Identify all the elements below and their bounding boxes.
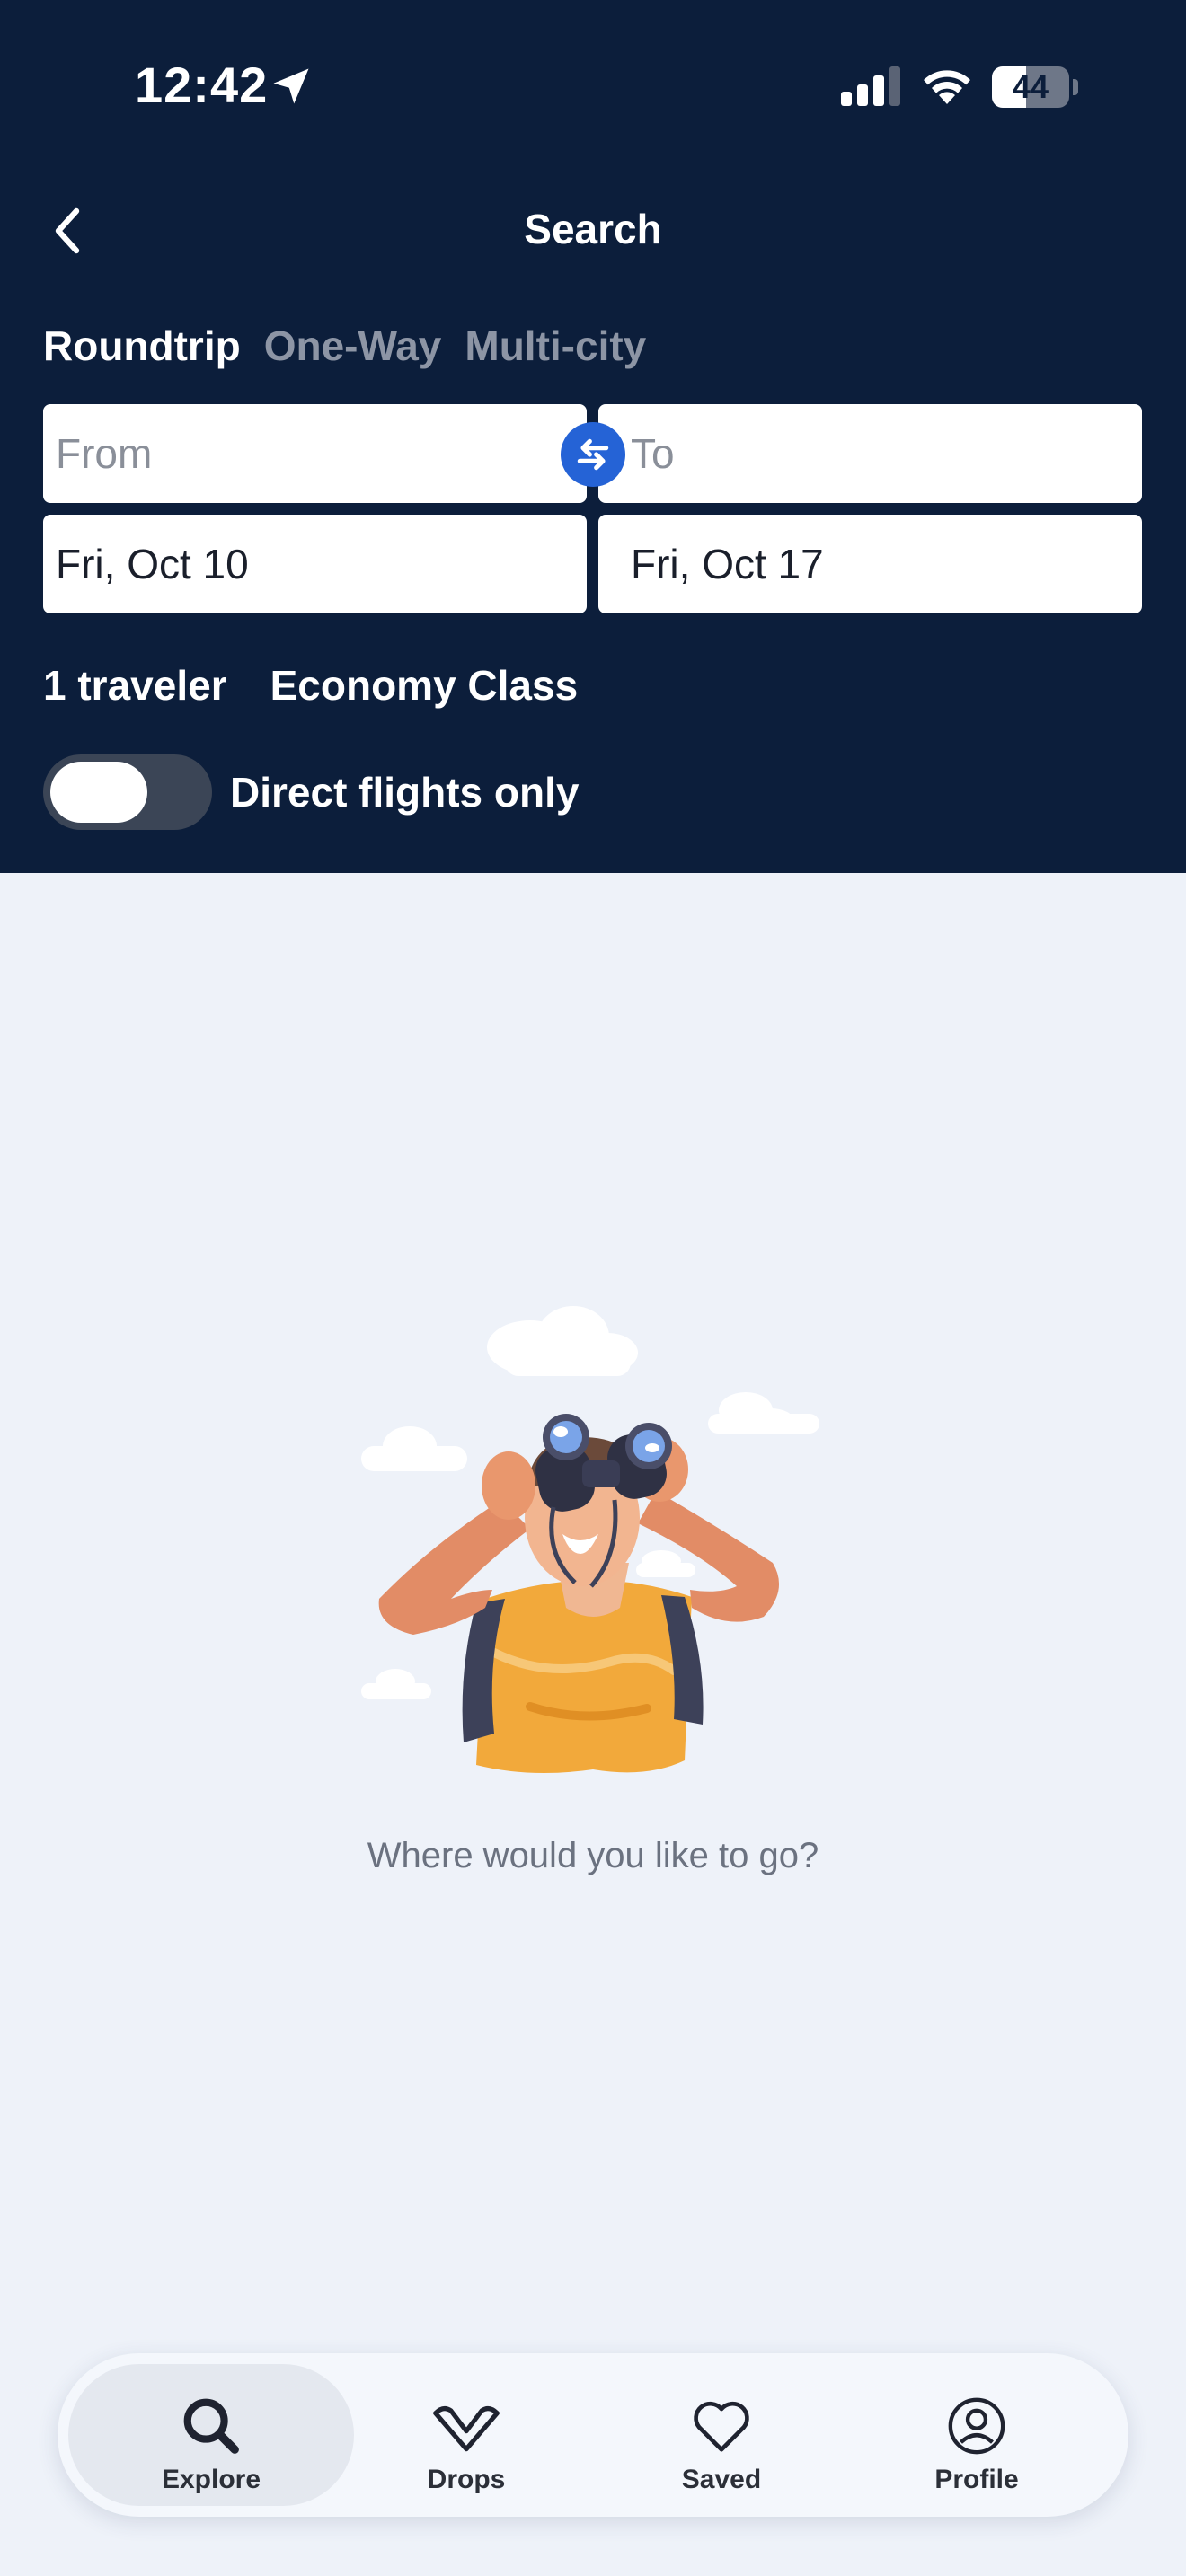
profile-icon: [948, 2397, 1005, 2455]
tab-explore-label: Explore: [161, 2465, 261, 2494]
to-field[interactable]: To: [598, 404, 1142, 503]
tab-roundtrip[interactable]: Roundtrip: [43, 322, 241, 370]
location-arrow-icon: [273, 68, 309, 104]
swap-arrows-icon: [577, 438, 609, 471]
depart-date-field[interactable]: Fri, Oct 10: [43, 515, 587, 613]
battery-level: 44: [1012, 68, 1049, 105]
tab-explore[interactable]: Explore: [68, 2364, 354, 2506]
search-header: 12:42 44 Search Roundtrip One-Way Multi-…: [0, 0, 1186, 873]
direct-flights-toggle[interactable]: [43, 754, 212, 830]
swap-locations-button[interactable]: [561, 422, 625, 487]
tab-profile-label: Profile: [934, 2465, 1019, 2494]
trip-options: 1 traveler Economy Class: [43, 661, 578, 710]
traveler-binoculars-illustration: [361, 1306, 819, 1773]
tab-multi-city[interactable]: Multi-city: [465, 322, 646, 370]
from-field[interactable]: From: [43, 404, 587, 503]
trip-type-tabs: Roundtrip One-Way Multi-city: [43, 322, 646, 370]
chevron-heart-icon: [433, 2406, 500, 2452]
search-icon: [183, 2398, 239, 2454]
wifi-icon: [924, 70, 970, 104]
tab-saved[interactable]: Saved: [579, 2364, 864, 2506]
tab-drops[interactable]: Drops: [323, 2364, 609, 2506]
tab-profile[interactable]: Profile: [834, 2364, 1120, 2506]
return-date-field[interactable]: Fri, Oct 17: [598, 515, 1142, 613]
heart-icon: [694, 2401, 749, 2452]
cellular-signal-icon: [841, 66, 900, 106]
toggle-knob: [50, 762, 147, 823]
tab-one-way[interactable]: One-Way: [264, 322, 442, 370]
bottom-tab-bar: Explore Drops Saved Profile: [58, 2353, 1128, 2517]
page-title: Search: [524, 206, 662, 252]
tab-saved-label: Saved: [681, 2465, 762, 2494]
battery-indicator: 44: [992, 66, 1069, 108]
direct-flights-label: Direct flights only: [230, 769, 580, 816]
status-time: 12:42: [135, 57, 269, 113]
travelers-selector[interactable]: 1 traveler: [43, 661, 227, 710]
empty-state-message: Where would you like to go?: [367, 1836, 819, 1875]
cabin-class-selector[interactable]: Economy Class: [270, 661, 579, 710]
battery-cap: [1073, 79, 1078, 95]
tab-drops-label: Drops: [427, 2465, 506, 2494]
